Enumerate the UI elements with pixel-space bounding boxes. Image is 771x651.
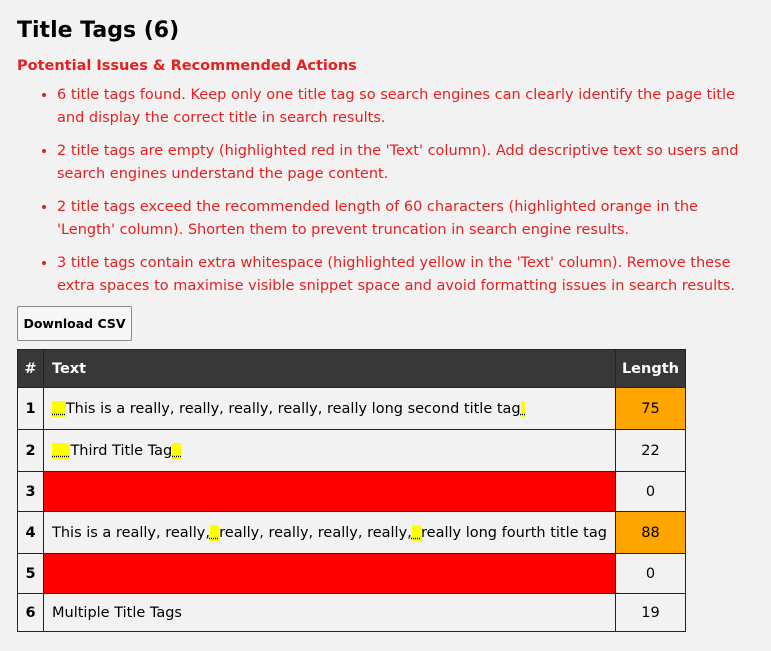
text-segment: really, really, really, really, bbox=[219, 524, 412, 541]
row-index: 2 bbox=[17, 429, 44, 472]
row-index: 6 bbox=[17, 593, 44, 632]
table-header-row: # Text Length bbox=[17, 349, 686, 388]
row-length: 19 bbox=[614, 593, 686, 632]
row-length: 0 bbox=[614, 471, 686, 512]
row-index: 3 bbox=[17, 471, 44, 512]
issues-heading: Potential Issues & Recommended Actions bbox=[17, 58, 357, 74]
column-header-text: Text bbox=[43, 349, 616, 388]
text-segment: Multiple Title Tags bbox=[52, 604, 182, 621]
row-index: 1 bbox=[17, 387, 44, 430]
row-text bbox=[43, 553, 616, 594]
table-row: 6 Multiple Title Tags 19 bbox=[17, 593, 686, 632]
download-csv-button[interactable]: Download CSV bbox=[17, 306, 132, 341]
table-row: 3 0 bbox=[17, 471, 686, 512]
title-tags-table: # Text Length 1 This is a really, really… bbox=[17, 349, 686, 632]
issue-item: 2 title tags exceed the recommended leng… bbox=[57, 196, 757, 242]
row-text bbox=[43, 471, 616, 512]
row-index: 5 bbox=[17, 553, 44, 594]
row-text: This is a really, really, really, really… bbox=[43, 511, 616, 554]
row-text: This is a really, really, really, really… bbox=[43, 387, 616, 430]
whitespace-highlight bbox=[52, 400, 66, 417]
row-index: 4 bbox=[17, 511, 44, 554]
text-segment: Third Title Tag bbox=[70, 442, 173, 459]
row-length: 22 bbox=[614, 429, 686, 472]
column-header-length: Length bbox=[614, 349, 686, 388]
whitespace-highlight bbox=[209, 524, 220, 541]
row-length: 75 bbox=[614, 387, 686, 430]
whitespace-highlight bbox=[411, 524, 421, 541]
issue-item: 3 title tags contain extra whitespace (h… bbox=[57, 252, 757, 298]
table-row: 5 0 bbox=[17, 553, 686, 594]
table-row: 1 This is a really, really, really, real… bbox=[17, 387, 686, 430]
row-text: Multiple Title Tags bbox=[43, 593, 616, 632]
row-text: Third Title Tag bbox=[43, 429, 616, 472]
text-segment: really long fourth title tag bbox=[421, 524, 607, 541]
whitespace-highlight bbox=[520, 400, 526, 417]
text-segment: This is a really, really, bbox=[52, 524, 210, 541]
issues-list: 6 title tags found. Keep only one title … bbox=[17, 84, 757, 308]
column-header-index: # bbox=[17, 349, 44, 388]
issue-item: 2 title tags are empty (highlighted red … bbox=[57, 140, 757, 186]
page-title: Title Tags (6) bbox=[17, 18, 180, 43]
whitespace-highlight bbox=[52, 442, 71, 459]
text-segment: This is a really, really, really, really… bbox=[65, 400, 521, 417]
row-length: 88 bbox=[614, 511, 686, 554]
table-row: 4 This is a really, really, really, real… bbox=[17, 511, 686, 554]
issue-item: 6 title tags found. Keep only one title … bbox=[57, 84, 757, 130]
table-body: 1 This is a really, really, really, real… bbox=[17, 387, 686, 632]
table-row: 2 Third Title Tag 22 bbox=[17, 429, 686, 472]
row-length: 0 bbox=[614, 553, 686, 594]
whitespace-highlight bbox=[172, 442, 182, 459]
